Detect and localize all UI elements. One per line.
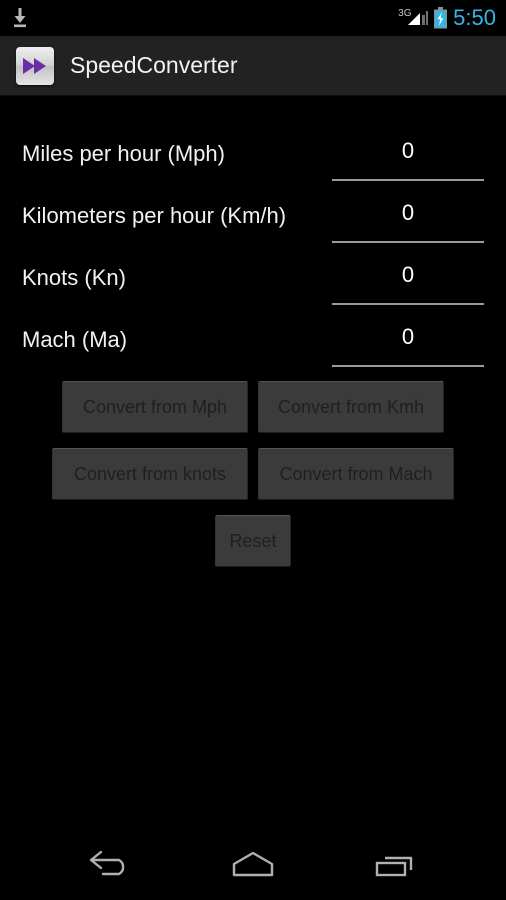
convert-from-mach-button[interactable]: Convert from Mach bbox=[258, 448, 454, 500]
home-icon bbox=[232, 851, 274, 877]
input-kmh[interactable]: 0 bbox=[332, 185, 484, 243]
download-icon bbox=[14, 8, 26, 28]
back-icon bbox=[89, 850, 125, 876]
action-bar: SpeedConverter bbox=[0, 36, 506, 96]
status-bar-clock: 5:50 bbox=[453, 5, 496, 30]
input-value-knots: 0 bbox=[401, 262, 415, 287]
input-mph[interactable]: 0 bbox=[332, 123, 484, 181]
field-label-mph: Miles per hour (Mph) bbox=[22, 141, 225, 166]
nav-back-button[interactable] bbox=[71, 828, 151, 900]
fast-forward-icon bbox=[16, 46, 54, 85]
status-bar-left bbox=[10, 7, 30, 29]
field-label-knots: Knots (Kn) bbox=[22, 265, 126, 290]
status-bar: 3G 5:50 bbox=[0, 0, 506, 36]
status-bar-right: 3G 5:50 bbox=[398, 7, 496, 29]
nav-home-button[interactable] bbox=[213, 828, 293, 900]
convert-from-mph-button[interactable]: Convert from Mph bbox=[62, 381, 248, 433]
input-mach[interactable]: 0 bbox=[332, 309, 484, 367]
field-row-mach: Mach (Ma) 0 bbox=[0, 309, 506, 371]
nav-recents-button[interactable] bbox=[355, 828, 435, 900]
recents-icon bbox=[375, 856, 413, 877]
app-title: SpeedConverter bbox=[70, 52, 238, 78]
convert-from-kmh-button[interactable]: Convert from Kmh bbox=[258, 381, 444, 433]
signal-bars-icon bbox=[408, 11, 429, 25]
field-row-knots: Knots (Kn) 0 bbox=[0, 247, 506, 309]
field-row-kmh: Kilometers per hour (Km/h) 0 bbox=[0, 185, 506, 247]
input-value-kmh: 0 bbox=[401, 200, 415, 225]
fast-forward-glyph bbox=[23, 57, 46, 74]
signal-icon: 3G bbox=[398, 7, 429, 29]
field-row-mph: Miles per hour (Mph) 0 bbox=[0, 123, 506, 185]
field-label-mach: Mach (Ma) bbox=[22, 327, 128, 352]
main-content: Miles per hour (Mph) 0 Kilometers per ho… bbox=[0, 97, 506, 900]
battery-charging-icon bbox=[434, 7, 448, 29]
input-value-mach: 0 bbox=[401, 324, 415, 349]
navigation-bar bbox=[0, 828, 506, 900]
input-value-mph: 0 bbox=[401, 138, 415, 163]
field-label-kmh: Kilometers per hour (Km/h) bbox=[22, 203, 287, 228]
reset-button[interactable]: Reset bbox=[215, 515, 291, 567]
input-knots[interactable]: 0 bbox=[332, 247, 484, 305]
convert-from-knots-button[interactable]: Convert from knots bbox=[52, 448, 248, 500]
